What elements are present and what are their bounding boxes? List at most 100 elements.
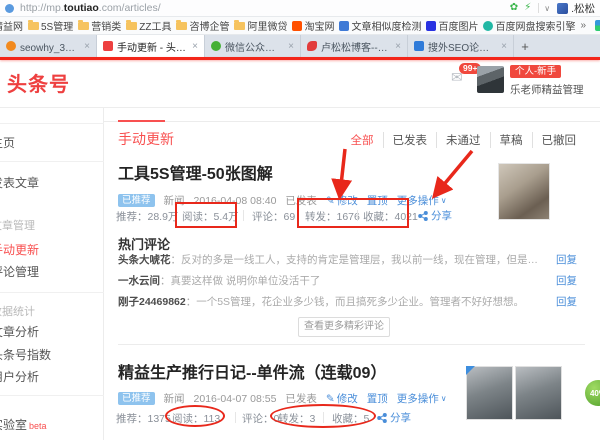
toutiao-logo[interactable]: 头条号 — [7, 68, 70, 97]
article-meta: 已推荐 新闻 2016-04-07 08:55 已发表 ✎修改 置顶 更多操作∨ — [118, 391, 447, 406]
site-favicon — [5, 4, 14, 13]
share-link[interactable]: 分享 — [377, 410, 411, 425]
bookmark-pan-search[interactable]: 百度网盘搜索引擎 — [483, 18, 575, 33]
close-icon[interactable]: × — [395, 41, 401, 52]
sidebar-item-manual-update[interactable]: 手动更新 — [0, 241, 39, 258]
comment-row: 一水云间：真要这样做 说明你单位没活干了 — [118, 273, 548, 288]
sidebar-item-home[interactable]: 主页 — [0, 134, 15, 151]
share-link[interactable]: 分享 — [418, 208, 452, 223]
comment-row: 刚子24469862：一个5S管理，花企业多少钱，而且搞死多少企业。管理者不好好… — [118, 294, 548, 309]
edit-link[interactable]: ✎修改 — [326, 391, 358, 406]
divider — [357, 210, 358, 221]
new-tab-button[interactable]: + — [514, 35, 536, 57]
article-thumbnail — [498, 163, 550, 220]
edit-link[interactable]: ✎修改 — [326, 193, 358, 208]
folder-icon — [28, 22, 39, 30]
article-title[interactable]: 工具5S管理-50张图解 — [118, 160, 273, 184]
url-suffix: .com/articles/ — [99, 2, 161, 14]
bookmark-jingyiwang[interactable]: 精益网 — [0, 18, 23, 33]
doc-check-icon — [339, 21, 349, 31]
sidebar-item-lab[interactable]: 实验室beta — [0, 416, 47, 433]
divider — [118, 344, 585, 345]
close-icon[interactable]: × — [501, 41, 507, 52]
sidebar-item-comment-mgmt[interactable]: 评论管理 — [0, 263, 39, 280]
bookmark-marketing[interactable]: 营销类 — [78, 18, 121, 33]
tab-toutiao-active[interactable]: 手动更新 - 头条号 × — [97, 35, 205, 57]
speed-mode-icon[interactable]: ⚡ — [524, 3, 531, 13]
bookmarks-overflow-icon[interactable]: » — [580, 20, 586, 31]
sidebar-section-statistics: 数据统计 — [0, 303, 35, 319]
sidebar-item-toutiao-index[interactable]: 头条号指数 — [0, 346, 51, 363]
adblock-flower-icon[interactable]: ✿ — [510, 3, 518, 13]
reply-link[interactable]: 回复 — [556, 294, 577, 309]
more-actions-link[interactable]: 更多操作∨ — [397, 391, 447, 406]
pin-top-link[interactable]: 置顶 — [367, 391, 388, 406]
filter-withdrawn[interactable]: 已撤回 — [532, 132, 586, 148]
close-icon[interactable]: × — [288, 41, 294, 52]
more-comments-button[interactable]: 查看更多精彩评论 — [298, 317, 390, 337]
pan-search-icon — [483, 21, 493, 31]
address-bar: http://mp.toutiao.com/articles/ ✿ ⚡ ∨ .松… — [0, 0, 600, 17]
chevron-down-icon[interactable]: ∨ — [544, 4, 550, 13]
share-nodes-icon — [418, 211, 428, 221]
tab-lusongsong[interactable]: 卢松松博客--关注草根创业 × — [301, 35, 408, 57]
bookmark-zibo[interactable]: 咨博企管 — [176, 18, 229, 33]
filter-draft[interactable]: 草稿 — [490, 132, 532, 148]
bookmark-zztools[interactable]: ZZ工具 — [126, 18, 171, 33]
chevron-down-icon: ∨ — [441, 196, 447, 205]
close-icon[interactable]: × — [84, 41, 90, 52]
beta-tag: beta — [29, 421, 47, 431]
search-360-icon — [6, 41, 16, 51]
user-avatar[interactable] — [477, 66, 504, 93]
browser-account-name[interactable]: .松松 — [571, 1, 595, 16]
article-title[interactable]: 精益生产推行日记--单件流（连载09） — [118, 359, 386, 383]
more-actions-link[interactable]: 更多操作∨ — [397, 193, 447, 208]
active-tab-indicator — [118, 120, 165, 122]
edit-icon: ✎ — [326, 195, 335, 207]
account-name[interactable]: 乐老师精益管理 — [510, 82, 584, 97]
folder-icon — [234, 22, 245, 30]
stat-favorites: 收藏：4021 — [363, 209, 418, 224]
bookmark-similarity-check[interactable]: 文章相似度检测 — [339, 18, 421, 33]
url-text[interactable]: http://mp.toutiao.com/articles/ — [20, 2, 161, 14]
bookmark-taobao[interactable]: 淘宝网 — [292, 18, 334, 33]
tab-strip: seowhy_360搜索 × 手动更新 - 头条号 × 微信公众平台 × 卢松松… — [0, 35, 600, 57]
stat-favorites: 收藏：5 — [332, 411, 369, 426]
close-icon[interactable]: × — [192, 41, 198, 52]
reply-link[interactable]: 回复 — [556, 273, 577, 288]
comment-text: ：真要这样做 说明你单位没活干了 — [160, 275, 320, 287]
reply-link[interactable]: 回复 — [556, 252, 577, 267]
filter-rejected[interactable]: 未通过 — [436, 132, 490, 148]
edit-icon: ✎ — [326, 393, 335, 405]
divider — [0, 161, 104, 162]
tab-wechat-mp[interactable]: 微信公众平台 × — [205, 35, 301, 57]
extension-apps-icon[interactable]: ▾ — [595, 20, 600, 31]
tab-seowhy-forum[interactable]: 搜外SEO论坛-人气很旺的S × — [408, 35, 514, 57]
article-category: 新闻 — [164, 193, 185, 208]
hot-comments-title: 热门评论 — [118, 234, 170, 253]
bookmark-baidu-images[interactable]: 百度图片 — [426, 18, 478, 33]
sidebar-item-user-analysis[interactable]: 用户分析 — [0, 368, 39, 385]
browser-window: http://mp.toutiao.com/articles/ ✿ ⚡ ∨ .松… — [0, 0, 600, 440]
toutiao-header: 头条号 ✉ 99+ 个人-新手 乐老师精益管理 — [0, 60, 600, 108]
divider — [0, 123, 104, 124]
filter-published[interactable]: 已发表 — [383, 132, 437, 148]
stat-shares: 转发：1676 — [305, 209, 360, 224]
wechat-icon — [211, 41, 221, 51]
folder-icon — [78, 22, 89, 30]
bookmark-5s[interactable]: 5S管理 — [28, 18, 73, 33]
pin-top-link[interactable]: 置顶 — [367, 193, 388, 208]
sidebar-item-article-analysis[interactable]: 文章分析 — [0, 323, 39, 340]
sidebar-item-publish[interactable]: 发表文章 — [0, 174, 39, 191]
bookmark-ali[interactable]: 阿里微贷 — [234, 18, 287, 33]
tab-seowhy-search[interactable]: seowhy_360搜索 × — [0, 35, 97, 57]
stat-reads: 阅读：5.4万 — [182, 209, 239, 224]
filter-all[interactable]: 全部 — [342, 132, 383, 148]
commenter-name: 头条大唬花 — [118, 254, 171, 266]
browser-account-avatar[interactable] — [557, 3, 568, 14]
divider — [323, 412, 324, 423]
recommended-badge: 已推荐 — [118, 392, 155, 405]
sidebar: 主页 发表文章 文章管理 手动更新 评论管理 数据统计 文章分析 头条号指数 用… — [0, 108, 104, 440]
divider — [0, 292, 104, 293]
comment-text: ：反对的多是一线工人，支持的肯定是管理层，我以前一线，现在管理，但是即使是做一线… — [171, 254, 549, 266]
